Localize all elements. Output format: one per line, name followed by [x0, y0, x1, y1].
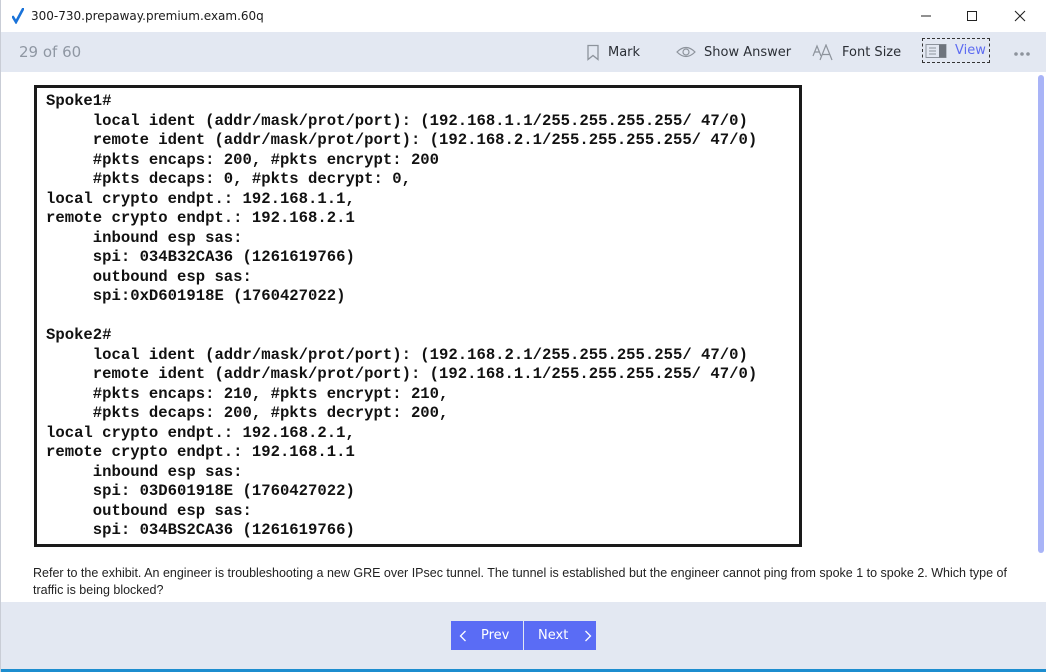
view-layout-icon [925, 43, 947, 58]
exhibit-line: #pkts decaps: 200, #pkts decrypt: 200, [46, 404, 449, 422]
show-answer-button[interactable]: Show Answer [676, 40, 791, 64]
exhibit-line: local crypto endpt.: 192.168.2.1, [46, 423, 355, 442]
exhibit-line: remote ident (addr/mask/prot/port): (192… [46, 131, 758, 149]
close-button[interactable] [997, 0, 1043, 32]
exhibit-text: Spoke1# local ident (addr/mask/prot/port… [46, 92, 799, 541]
ellipsis-icon [1014, 52, 1030, 56]
question-content: Spoke1# local ident (addr/mask/prot/port… [1, 72, 1035, 602]
minimize-icon [921, 15, 931, 17]
navigation-footer: Prev Next [1, 602, 1046, 669]
maximize-icon [967, 11, 977, 21]
toolbar: 29 of 60 Mark Show Answer Font Size View [1, 32, 1046, 72]
maximize-button[interactable] [949, 0, 995, 32]
question-counter: 29 of 60 [19, 43, 82, 61]
show-answer-label: Show Answer [704, 44, 792, 60]
next-label: Next [538, 628, 569, 643]
exhibit-line: remote ident (addr/mask/prot/port): (192… [46, 365, 758, 383]
exhibit-line: outbound esp sas: [46, 501, 252, 520]
close-icon [1014, 10, 1026, 22]
exhibit-line: Spoke2# [46, 326, 112, 344]
eye-icon [676, 46, 696, 58]
exhibit-line: remote crypto endpt.: 192.168.2.1 [46, 209, 355, 227]
scrollbar-thumb[interactable] [1038, 75, 1044, 553]
chevron-left-icon [459, 630, 466, 641]
exhibit-line: spi: 034B32CA36 (1261619766) [46, 248, 355, 266]
app-window: 300-730.prepaway.premium.exam.60q 29 of … [0, 0, 1046, 672]
view-label: View [955, 43, 986, 58]
exhibit-line: outbound esp sas: [46, 267, 252, 286]
next-button[interactable]: Next [524, 621, 596, 650]
font-size-icon [812, 43, 833, 60]
font-size-label: Font Size [842, 44, 902, 60]
exhibit-box: Spoke1# local ident (addr/mask/prot/port… [34, 85, 802, 547]
exhibit-line: #pkts encaps: 200, #pkts encrypt: 200 [46, 150, 440, 169]
app-checkmark-icon [11, 7, 25, 25]
exhibit-line: inbound esp sas: [46, 228, 243, 247]
view-button[interactable]: View [922, 38, 990, 63]
exhibit-line: spi: 034BS2CA36 (1261619766) [46, 521, 355, 539]
exhibit-line: #pkts decaps: 0, #pkts decrypt: 0, [46, 170, 411, 188]
question-text: Refer to the exhibit. An engineer is tro… [33, 566, 1007, 597]
vertical-scrollbar[interactable] [1035, 72, 1046, 602]
minimize-button[interactable] [903, 0, 949, 32]
bookmark-icon [587, 44, 599, 61]
exhibit-line: local ident (addr/mask/prot/port): (192.… [46, 111, 748, 130]
exhibit-line: spi: 03D601918E (1760427022) [46, 482, 355, 500]
prev-label: Prev [481, 628, 510, 643]
exhibit-line: local ident (addr/mask/prot/port): (192.… [46, 345, 748, 364]
exhibit-line: #pkts encaps: 210, #pkts encrypt: 210, [46, 384, 449, 403]
mark-label: Mark [608, 44, 641, 60]
prev-button[interactable]: Prev [451, 621, 523, 650]
window-title: 300-730.prepaway.premium.exam.60q [31, 9, 264, 23]
mark-button[interactable]: Mark [586, 40, 640, 64]
exhibit-line: spi:0xD601918E (1760427022) [46, 287, 346, 305]
exhibit-line: inbound esp sas: [46, 462, 243, 481]
chevron-right-icon [585, 630, 592, 641]
more-options-button[interactable] [1013, 42, 1039, 66]
font-size-button[interactable]: Font Size [812, 40, 901, 64]
exhibit-line: local crypto endpt.: 192.168.1.1, [46, 189, 355, 208]
exhibit-line: Spoke1# [46, 92, 112, 110]
title-bar: 300-730.prepaway.premium.exam.60q [1, 0, 1046, 32]
exhibit-line: remote crypto endpt.: 192.168.1.1 [46, 443, 355, 461]
